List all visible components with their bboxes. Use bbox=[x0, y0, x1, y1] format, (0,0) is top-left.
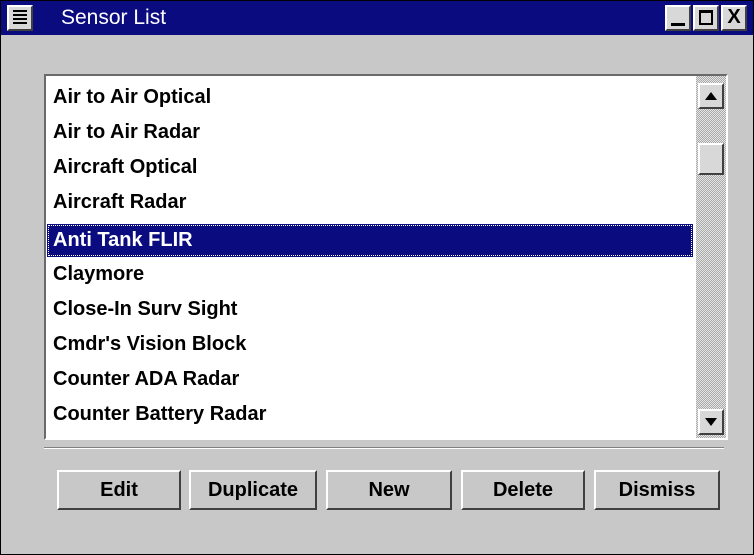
dismiss-button[interactable]: Dismiss bbox=[594, 470, 720, 510]
list-item[interactable]: Air to Air Radar bbox=[47, 116, 693, 149]
close-icon: X bbox=[727, 6, 741, 28]
list-item[interactable]: Aircraft Optical bbox=[47, 151, 693, 184]
list-item[interactable]: Air to Air Optical bbox=[47, 81, 693, 114]
minimize-icon bbox=[671, 23, 685, 26]
list-item[interactable]: Counter ADA Radar bbox=[47, 363, 693, 396]
sensor-listbox[interactable]: Air to Air Optical Air to Air Radar Airc… bbox=[44, 74, 728, 440]
window-menu-button[interactable] bbox=[7, 5, 33, 31]
duplicate-button[interactable]: Duplicate bbox=[189, 470, 317, 510]
scrollbar-thumb[interactable] bbox=[698, 143, 724, 175]
close-button[interactable]: X bbox=[721, 5, 747, 31]
maximize-button[interactable] bbox=[693, 5, 719, 31]
arrow-down-icon bbox=[705, 418, 717, 426]
maximize-icon bbox=[699, 10, 713, 25]
list-item-selected[interactable]: Anti Tank FLIR bbox=[47, 224, 693, 257]
window-menu-icon bbox=[13, 10, 27, 26]
edit-button[interactable]: Edit bbox=[57, 470, 181, 510]
minimize-button[interactable] bbox=[665, 5, 691, 31]
sensor-list-window: Sensor List X Air to Air Optical Air to … bbox=[0, 0, 754, 555]
title-bar[interactable]: Sensor List X bbox=[1, 1, 753, 35]
list-item[interactable]: Counter Battery Radar bbox=[47, 398, 693, 431]
separator bbox=[44, 447, 724, 449]
list-item[interactable]: Cmdr's Vision Block bbox=[47, 328, 693, 361]
scroll-up-button[interactable] bbox=[698, 83, 724, 109]
delete-button[interactable]: Delete bbox=[461, 470, 585, 510]
arrow-up-icon bbox=[705, 92, 717, 100]
list-item[interactable]: Aircraft Radar bbox=[47, 186, 693, 219]
window-title: Sensor List bbox=[61, 6, 167, 29]
new-button[interactable]: New bbox=[326, 470, 452, 510]
vertical-scrollbar[interactable] bbox=[696, 76, 726, 438]
list-item[interactable]: Claymore bbox=[47, 258, 693, 291]
scroll-down-button[interactable] bbox=[698, 409, 724, 435]
list-item[interactable]: Close-In Surv Sight bbox=[47, 293, 693, 326]
sensor-list[interactable]: Air to Air Optical Air to Air Radar Airc… bbox=[46, 76, 696, 438]
